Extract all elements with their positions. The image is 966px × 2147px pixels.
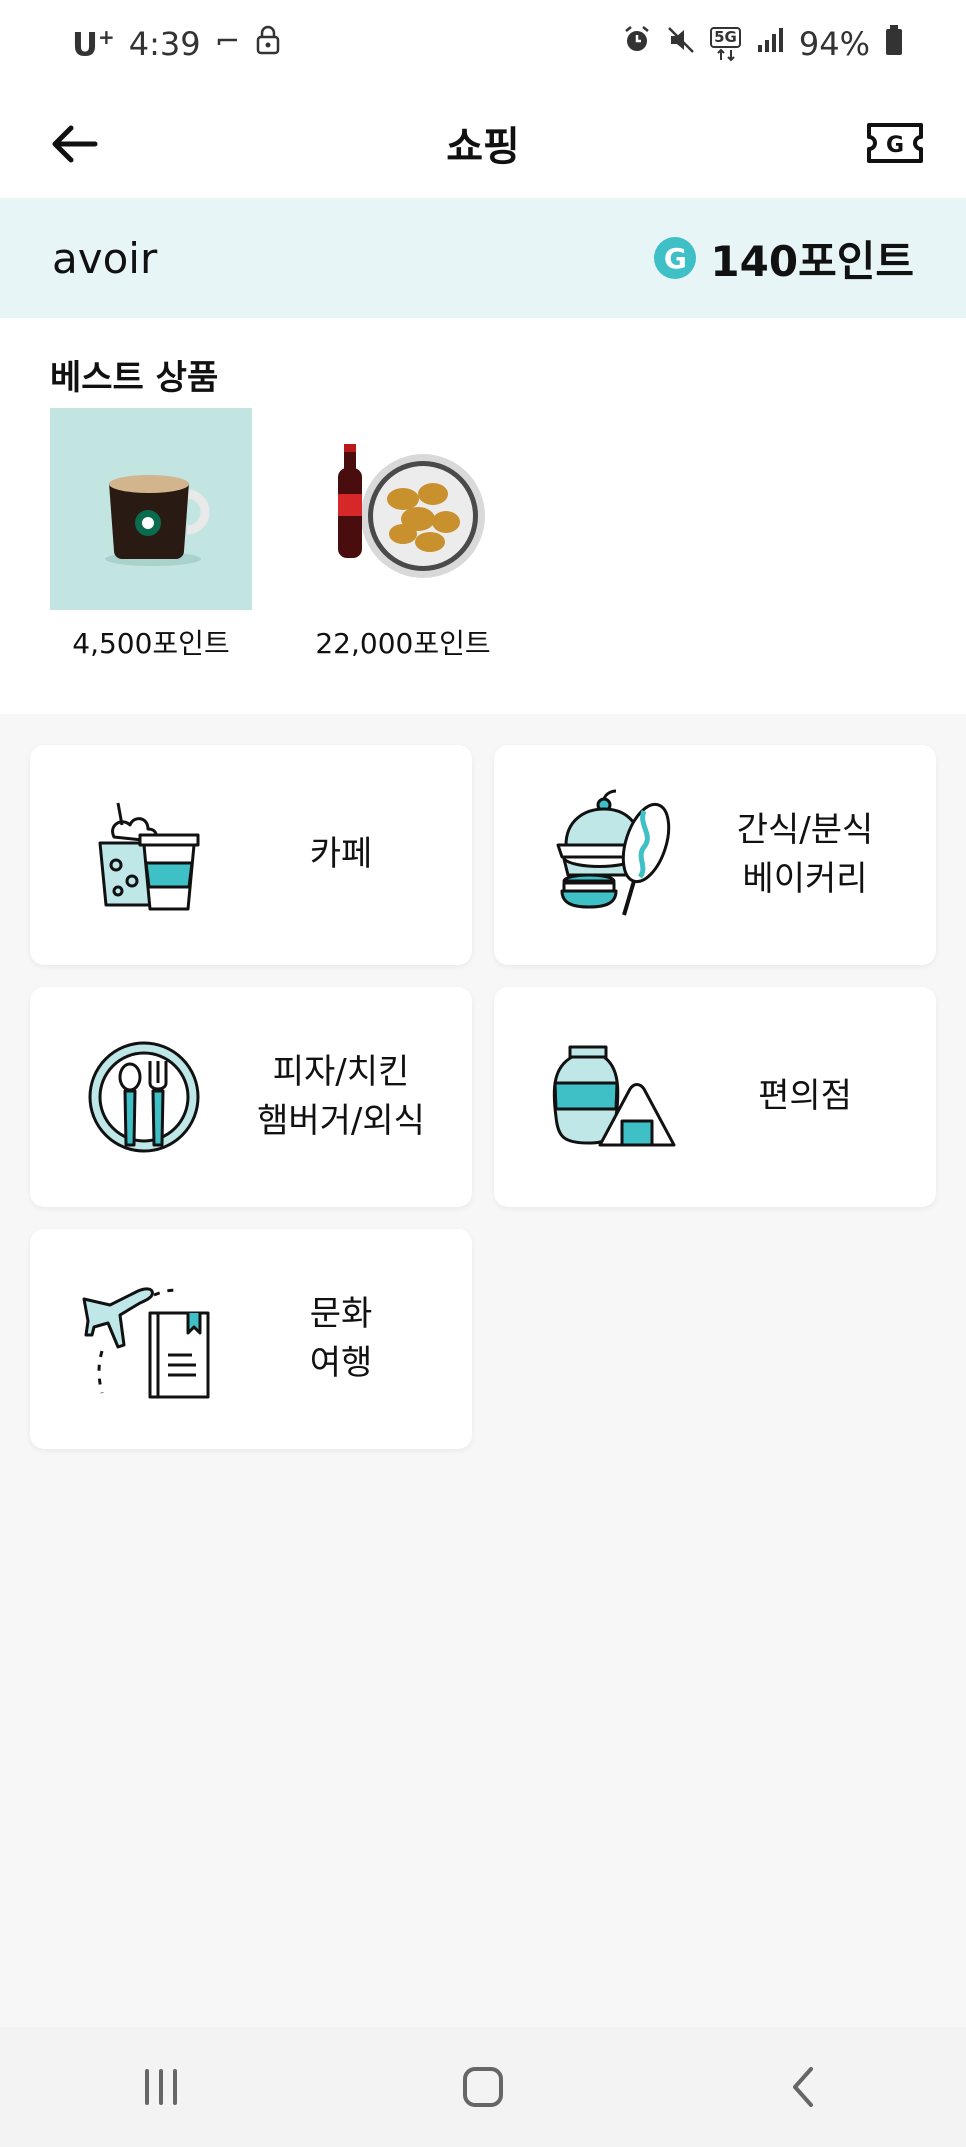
carrier: U+ bbox=[72, 24, 115, 64]
coffee-mug-image bbox=[50, 408, 252, 610]
culture-travel-icon bbox=[80, 1269, 220, 1409]
product-card[interactable]: 4,500포인트 bbox=[50, 408, 252, 662]
app-header: 쇼핑 G bbox=[0, 88, 966, 198]
category-convenience-store[interactable]: 편의점 bbox=[494, 987, 936, 1207]
category-label: 간식/분식 베이커리 bbox=[736, 809, 874, 899]
points-balance[interactable]: G 140포인트 bbox=[654, 228, 914, 289]
status-left: U+ 4:39 bbox=[72, 24, 281, 64]
best-products-title: 베스트 상품 bbox=[50, 358, 219, 398]
dining-icon bbox=[80, 1027, 220, 1167]
category-label: 문화 여행 bbox=[309, 1293, 373, 1383]
g-point-icon: G bbox=[654, 237, 697, 279]
home-icon bbox=[463, 2067, 503, 2107]
category-snack-bakery[interactable]: 간식/분식 베이커리 bbox=[494, 745, 936, 965]
back-button[interactable] bbox=[44, 114, 104, 174]
snack-bakery-icon bbox=[544, 785, 684, 925]
battery-icon bbox=[884, 24, 904, 64]
category-culture-travel[interactable]: 문화 여행 bbox=[30, 1229, 472, 1449]
product-card[interactable]: 22,000포인트 bbox=[302, 408, 504, 662]
minus-icon bbox=[215, 25, 241, 63]
username: avoir bbox=[52, 233, 158, 283]
svg-text:G: G bbox=[886, 133, 904, 158]
recent-apps-icon bbox=[145, 2069, 177, 2105]
recent-apps-button[interactable] bbox=[121, 2047, 201, 2127]
status-bar: U+ 4:39 5G 94% bbox=[0, 0, 966, 88]
home-button[interactable] bbox=[443, 2047, 523, 2127]
best-products-section: 베스트 상품 4,500포인트 22,000포인트 bbox=[0, 318, 966, 714]
points-value: 140포인트 bbox=[710, 236, 914, 286]
points-bar: avoir G 140포인트 bbox=[0, 198, 966, 318]
category-label: 카페 bbox=[309, 834, 373, 875]
mute-icon bbox=[666, 25, 696, 63]
signal-icon bbox=[755, 25, 785, 63]
product-price: 4,500포인트 bbox=[72, 627, 230, 660]
category-label: 편의점 bbox=[758, 1076, 852, 1117]
category-cafe[interactable]: 카페 bbox=[30, 745, 472, 965]
status-right: 5G 94% bbox=[622, 24, 904, 64]
category-label: 피자/치킨 햄버거/외식 bbox=[257, 1051, 425, 1141]
product-price: 22,000포인트 bbox=[315, 627, 491, 660]
cafe-icon bbox=[80, 785, 220, 925]
chicken-and-cola-image bbox=[302, 408, 504, 610]
g-ticket-icon: G bbox=[867, 123, 923, 163]
system-nav-bar bbox=[0, 2027, 966, 2147]
voucher-button[interactable]: G bbox=[862, 110, 928, 176]
convenience-store-icon bbox=[544, 1027, 684, 1167]
system-back-button[interactable] bbox=[765, 2047, 845, 2127]
clock: 4:39 bbox=[128, 25, 201, 63]
lock-icon bbox=[255, 25, 281, 63]
alarm-icon bbox=[622, 25, 652, 63]
back-icon bbox=[793, 2067, 813, 2107]
arrow-left-icon bbox=[52, 125, 98, 163]
category-dining[interactable]: 피자/치킨 햄버거/외식 bbox=[30, 987, 472, 1207]
network-5g-icon: 5G bbox=[710, 26, 741, 62]
page-title: 쇼핑 bbox=[446, 124, 520, 170]
battery-level: 94% bbox=[798, 25, 870, 63]
